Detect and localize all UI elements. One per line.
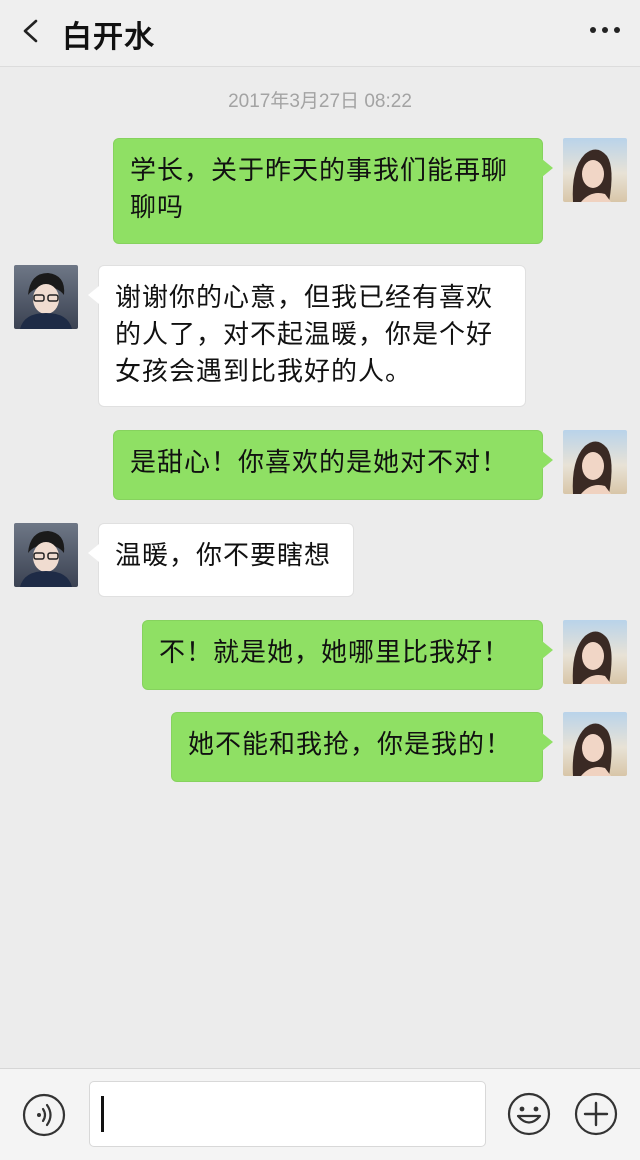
message-row: 温暖，你不要瞎想: [0, 523, 640, 597]
avatar-self[interactable]: [563, 138, 627, 202]
message-timestamp: 2017年3月27日 08:22: [228, 91, 412, 112]
chevron-left-icon[interactable]: [18, 18, 44, 44]
chat-input-bar: [0, 1068, 640, 1160]
message-text: 不！就是她，她哪里比我好！: [159, 638, 511, 668]
message-bubble-incoming[interactable]: 温暖，你不要瞎想: [88, 523, 354, 597]
message-text: 学长，关于昨天的事我们能再聊聊吗: [130, 156, 509, 223]
voice-icon[interactable]: [22, 1093, 66, 1137]
emoji-icon[interactable]: [506, 1091, 552, 1137]
avatar-self[interactable]: [563, 430, 627, 494]
message-row: 她不能和我抢，你是我的！: [0, 712, 640, 782]
message-text: 是甜心！你喜欢的是她对不对！: [130, 448, 509, 478]
message-text: 谢谢你的心意，但我已经有喜欢的人了，对不起温暖，你是个好女孩会遇到比我好的人。: [115, 283, 494, 387]
message-bubble-outgoing[interactable]: 是甜心！你喜欢的是她对不对！: [113, 430, 553, 500]
message-input[interactable]: [89, 1081, 486, 1147]
avatar-self[interactable]: [563, 712, 627, 776]
avatar-contact[interactable]: [14, 265, 78, 329]
chat-title: 白开水: [62, 20, 155, 55]
message-row: 是甜心！你喜欢的是她对不对！: [0, 430, 640, 500]
message-bubble-outgoing[interactable]: 不！就是她，她哪里比我好！: [142, 620, 553, 690]
avatar-self[interactable]: [563, 620, 627, 684]
message-bubble-outgoing[interactable]: 学长，关于昨天的事我们能再聊聊吗: [113, 138, 553, 244]
avatar-contact[interactable]: [14, 523, 78, 587]
message-text: 温暖，你不要瞎想: [115, 541, 332, 571]
plus-icon[interactable]: [573, 1091, 619, 1137]
message-bubble-incoming[interactable]: 谢谢你的心意，但我已经有喜欢的人了，对不起温暖，你是个好女孩会遇到比我好的人。: [88, 265, 526, 407]
text-cursor: [101, 1096, 104, 1132]
more-dots-icon[interactable]: [588, 20, 622, 40]
message-bubble-outgoing[interactable]: 她不能和我抢，你是我的！: [171, 712, 553, 782]
message-row: 学长，关于昨天的事我们能再聊聊吗: [0, 138, 640, 244]
chat-header: 白开水: [0, 0, 640, 67]
message-text: 她不能和我抢，你是我的！: [188, 730, 513, 760]
message-row: 谢谢你的心意，但我已经有喜欢的人了，对不起温暖，你是个好女孩会遇到比我好的人。: [0, 265, 640, 407]
message-row: 不！就是她，她哪里比我好！: [0, 620, 640, 690]
